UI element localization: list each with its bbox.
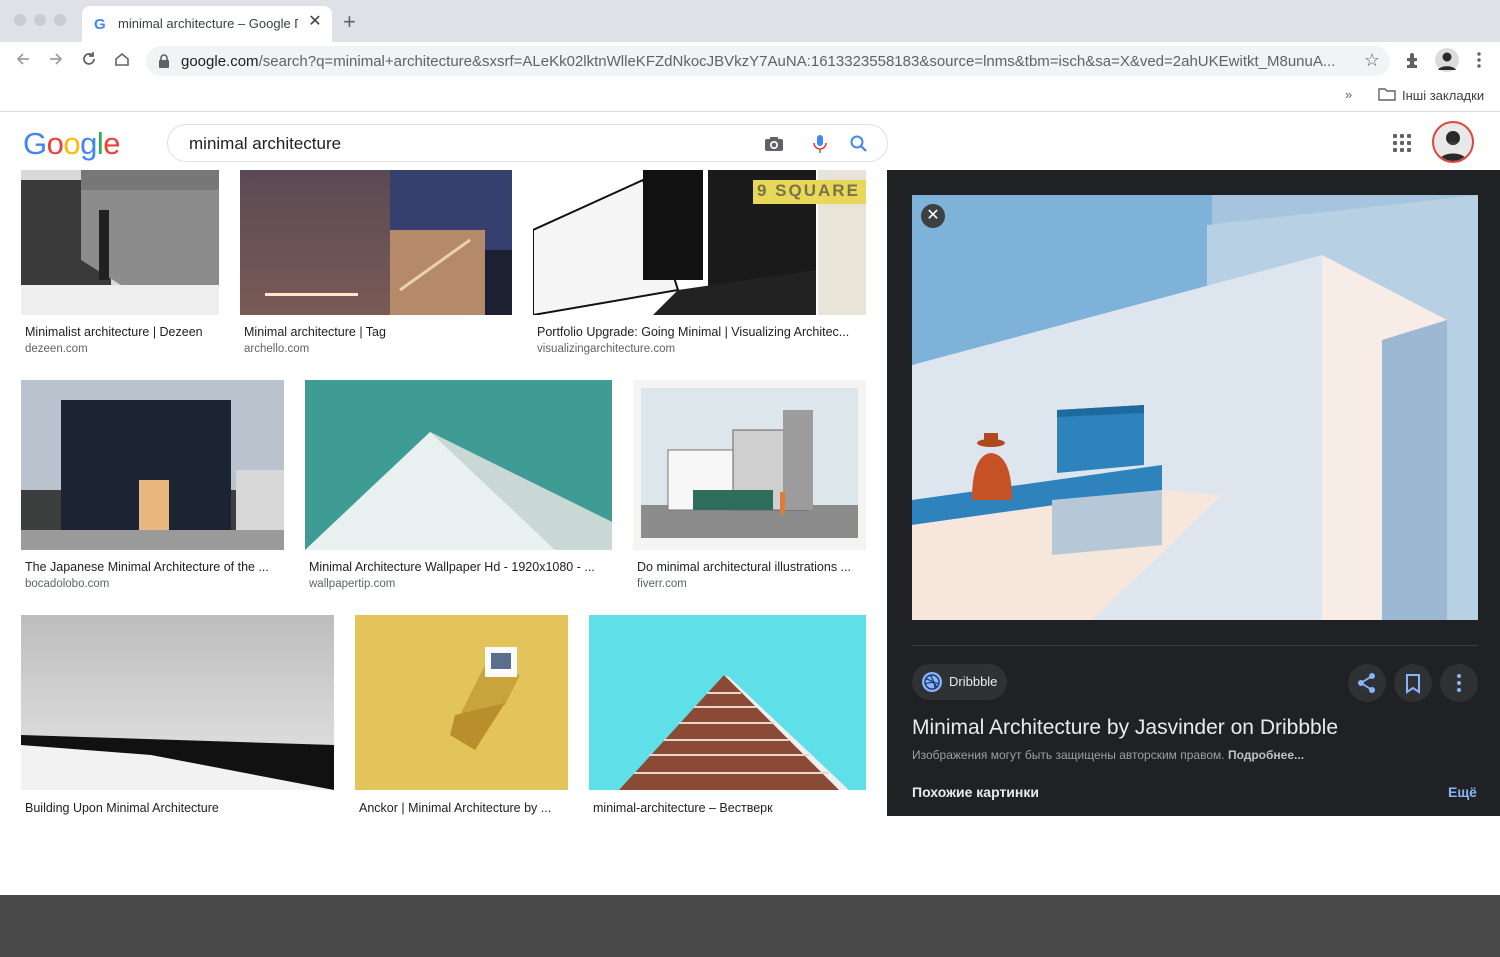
panel-divider bbox=[912, 645, 1478, 646]
learn-more-link[interactable]: Подробнее... bbox=[1228, 748, 1304, 762]
home-icon[interactable] bbox=[111, 50, 133, 72]
tab-close-icon[interactable]: ✕ bbox=[306, 13, 324, 31]
result-source[interactable]: wallpapertip.com bbox=[309, 578, 395, 590]
result-title[interactable]: The Japanese Minimal Architecture of the… bbox=[25, 560, 283, 574]
browser-tab[interactable]: G minimal architecture – Google Пошук ✕ bbox=[82, 6, 332, 42]
site-chip-label: Dribbble bbox=[949, 674, 998, 689]
logo-letter: G bbox=[23, 126, 47, 161]
result-title[interactable]: Anckor | Minimal Architecture by ... bbox=[359, 801, 567, 815]
result-source[interactable]: visualizingarchitecture.com bbox=[537, 343, 675, 355]
back-icon[interactable] bbox=[12, 50, 34, 72]
forward-icon[interactable] bbox=[45, 50, 67, 72]
similar-images-heading: Похожие картинки bbox=[912, 784, 1039, 800]
browser-toolbar: google.com/search?q=minimal+architecture… bbox=[0, 42, 1500, 80]
result-thumbnail[interactable] bbox=[633, 380, 866, 550]
address-bar[interactable]: google.com/search?q=minimal+architecture… bbox=[146, 46, 1390, 76]
result-title[interactable]: Minimalist architecture | Dezeen bbox=[25, 325, 220, 339]
site-chip[interactable]: Dribbble bbox=[912, 664, 1007, 700]
result-thumbnail[interactable] bbox=[21, 170, 219, 315]
bookmarks-bar: » Інші закладки bbox=[0, 80, 1500, 112]
search-icon[interactable] bbox=[849, 134, 869, 154]
lock-icon[interactable] bbox=[158, 54, 170, 73]
search-input[interactable]: minimal architecture bbox=[189, 134, 341, 154]
more-options-icon[interactable] bbox=[1440, 664, 1478, 702]
menu-icon[interactable] bbox=[1474, 50, 1484, 75]
image-results-grid: Minimalist architecture | Dezeen dezeen.… bbox=[0, 170, 887, 816]
result-title[interactable]: Do minimal architectural illustrations .… bbox=[637, 560, 865, 574]
tab-title: minimal architecture – Google Пошук bbox=[118, 16, 298, 31]
copyright-notice: Изображения могут быть защищены авторски… bbox=[912, 748, 1304, 762]
account-avatar[interactable] bbox=[1432, 121, 1474, 163]
folder-icon[interactable] bbox=[1378, 86, 1396, 107]
dribbble-icon bbox=[922, 672, 942, 692]
url-host: google.com bbox=[181, 53, 259, 70]
result-thumbnail[interactable]: 9 SQUARE bbox=[533, 170, 866, 315]
copyright-text: Изображения могут быть защищены авторски… bbox=[912, 748, 1225, 762]
bookmarks-overflow-button[interactable]: » bbox=[1345, 87, 1352, 102]
image-preview-panel: ✕ Dribbble Minimal Architecture by Jasvi… bbox=[887, 170, 1500, 816]
google-favicon-icon: G bbox=[94, 16, 106, 33]
result-thumbnail[interactable] bbox=[305, 380, 612, 550]
other-bookmarks-label[interactable]: Інші закладки bbox=[1402, 88, 1484, 103]
result-title[interactable]: Building Upon Minimal Architecture bbox=[25, 801, 333, 815]
preview-image[interactable] bbox=[912, 195, 1478, 620]
reload-icon[interactable] bbox=[78, 50, 100, 72]
apps-grid-icon[interactable] bbox=[1393, 134, 1411, 152]
google-logo[interactable]: Google bbox=[23, 126, 121, 162]
window-minimize-button[interactable] bbox=[34, 14, 46, 26]
desktop-background bbox=[0, 895, 1500, 957]
thumbnail-overlay-text: 9 SQUARE bbox=[757, 181, 860, 200]
result-title[interactable]: Portfolio Upgrade: Going Minimal | Visua… bbox=[537, 325, 865, 339]
share-icon[interactable] bbox=[1348, 664, 1386, 702]
logo-letter: o bbox=[63, 126, 81, 161]
result-title[interactable]: Minimal architecture | Tag bbox=[244, 325, 509, 339]
result-source[interactable]: dezeen.com bbox=[25, 343, 88, 355]
result-thumbnail[interactable] bbox=[240, 170, 512, 315]
camera-icon[interactable] bbox=[764, 134, 784, 154]
result-source[interactable]: fiverr.com bbox=[637, 578, 687, 590]
result-title[interactable]: minimal-architecture – Вестверк bbox=[593, 801, 865, 815]
search-box[interactable]: minimal architecture bbox=[167, 124, 888, 162]
more-similar-link[interactable]: Ещё bbox=[1448, 784, 1477, 800]
result-title[interactable]: Minimal Architecture Wallpaper Hd - 1920… bbox=[309, 560, 609, 574]
result-thumbnail[interactable] bbox=[21, 380, 284, 550]
extensions-icon[interactable] bbox=[1403, 50, 1423, 75]
result-thumbnail[interactable] bbox=[21, 615, 334, 790]
star-icon[interactable]: ☆ bbox=[1364, 50, 1380, 71]
profile-icon[interactable] bbox=[1435, 48, 1459, 77]
result-source[interactable]: bocadolobo.com bbox=[25, 578, 109, 590]
result-thumbnail[interactable] bbox=[589, 615, 866, 790]
microphone-icon[interactable] bbox=[810, 134, 830, 154]
window-zoom-button[interactable] bbox=[54, 14, 66, 26]
bookmark-icon[interactable] bbox=[1394, 664, 1432, 702]
google-header: Google minimal architecture bbox=[0, 113, 1500, 170]
address-url[interactable]: google.com/search?q=minimal+architecture… bbox=[181, 53, 1351, 70]
preview-title[interactable]: Minimal Architecture by Jasvinder on Dri… bbox=[912, 716, 1338, 740]
logo-letter: e bbox=[103, 126, 121, 161]
url-path: /search?q=minimal+architecture&sxsrf=ALe… bbox=[258, 53, 1336, 70]
tab-strip: G minimal architecture – Google Пошук ✕ … bbox=[0, 0, 1500, 42]
result-source[interactable]: archello.com bbox=[244, 343, 309, 355]
window-close-button[interactable] bbox=[14, 14, 26, 26]
logo-letter: g bbox=[80, 126, 97, 161]
result-thumbnail[interactable] bbox=[355, 615, 568, 790]
logo-letter: o bbox=[46, 126, 64, 161]
new-tab-button[interactable]: + bbox=[343, 11, 356, 33]
close-preview-button[interactable]: ✕ bbox=[921, 204, 945, 228]
